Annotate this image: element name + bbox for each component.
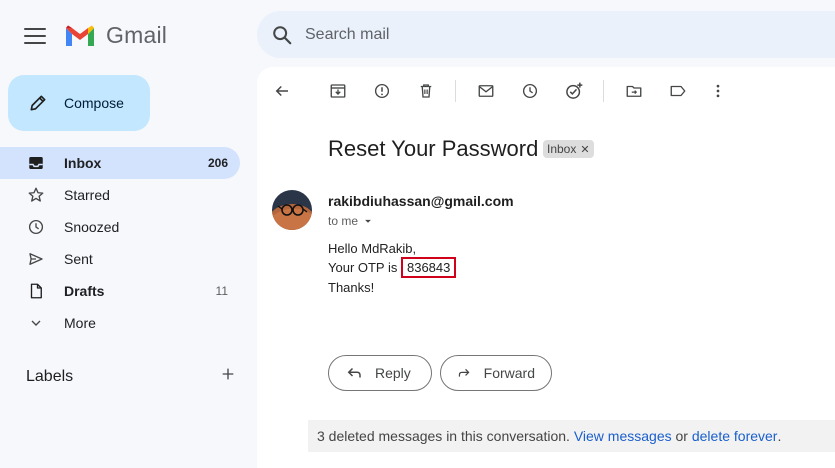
sidebar-item-label: Drafts	[64, 283, 105, 299]
toolbar-divider	[455, 80, 456, 102]
email-subject: Reset Your Password	[328, 136, 539, 161]
main-menu-button[interactable]	[24, 25, 46, 45]
hamburger-icon	[24, 28, 46, 30]
more-vert-icon	[716, 84, 720, 98]
gmail-m-icon	[66, 25, 94, 46]
move-to-button[interactable]	[623, 80, 645, 102]
sidebar-item-label: Snoozed	[64, 219, 120, 235]
sidebar-item-label: Starred	[64, 187, 110, 203]
forward-icon	[458, 368, 470, 377]
trash-icon	[420, 84, 432, 98]
sidebar-item-label: More	[64, 315, 96, 331]
add-label-button[interactable]	[220, 366, 236, 387]
sidebar-item-sent[interactable]: Sent	[0, 243, 240, 275]
envelope-icon	[478, 85, 494, 97]
search-icon[interactable]	[271, 24, 293, 46]
sender-avatar[interactable]	[272, 190, 312, 230]
email-otp-line: Your OTP is 836843	[328, 257, 457, 278]
clock-icon	[26, 217, 46, 237]
pencil-icon	[30, 95, 46, 111]
sender-email[interactable]: rakibdiuhassan@gmail.com	[328, 193, 514, 209]
sidebar-item-drafts[interactable]: Drafts 11	[0, 275, 240, 307]
sidebar-item-snoozed[interactable]: Snoozed	[0, 211, 240, 243]
star-icon	[26, 185, 46, 205]
arrow-left-icon	[275, 85, 288, 97]
inbox-icon	[26, 153, 46, 173]
email-closing: Thanks!	[328, 280, 375, 295]
caret-down-icon	[365, 219, 371, 223]
search-bar[interactable]	[257, 11, 835, 58]
badge-label: Inbox	[547, 142, 577, 156]
email-greeting: Hello MdRakib,	[328, 241, 417, 256]
reply-label: Reply	[375, 365, 411, 381]
app-name: Gmail	[106, 22, 168, 48]
plus-icon	[222, 368, 234, 380]
delete-forever-link[interactable]: delete forever	[692, 428, 778, 444]
archive-button[interactable]	[327, 80, 349, 102]
back-button[interactable]	[271, 80, 293, 102]
recipient-details[interactable]: to me	[328, 214, 375, 228]
more-options-button[interactable]	[707, 80, 729, 102]
avatar-image	[272, 190, 312, 230]
forward-button[interactable]: Forward	[440, 355, 552, 391]
sidebar-item-starred[interactable]: Starred	[0, 179, 240, 211]
otp-code: 836843	[400, 257, 457, 278]
or-text: or	[675, 428, 688, 444]
period-text: .	[777, 428, 782, 444]
reply-icon	[347, 367, 361, 378]
forward-label: Forward	[483, 365, 535, 381]
labels-button[interactable]	[667, 80, 689, 102]
delete-button[interactable]	[415, 80, 437, 102]
clock-icon	[522, 83, 538, 99]
deleted-text: 3 deleted messages in this conversation.	[317, 428, 570, 444]
send-icon	[26, 249, 46, 269]
recipient-label: to me	[328, 214, 359, 228]
deleted-messages-notice: 3 deleted messages in this conversation.…	[308, 420, 835, 452]
folder-move-icon	[626, 85, 642, 97]
compose-label: Compose	[64, 95, 124, 111]
labels-section-header: Labels	[26, 366, 236, 387]
alert-icon	[374, 83, 390, 99]
toolbar-divider	[603, 80, 604, 102]
draft-icon	[26, 281, 46, 301]
chevron-down-icon	[26, 313, 46, 333]
add-to-tasks-button[interactable]	[563, 80, 585, 102]
compose-button[interactable]: Compose	[8, 75, 150, 131]
archive-icon	[330, 84, 346, 98]
gmail-logo[interactable]: Gmail	[64, 22, 167, 49]
sidebar-item-more[interactable]: More	[0, 307, 240, 339]
drafts-count: 11	[215, 284, 228, 298]
inbox-label-badge[interactable]: Inbox ✕	[543, 140, 594, 158]
otp-prefix: Your OTP is	[328, 260, 401, 275]
sidebar-item-inbox[interactable]: Inbox 206	[0, 147, 240, 179]
report-spam-button[interactable]	[371, 80, 393, 102]
remove-label-icon[interactable]: ✕	[580, 143, 589, 156]
inbox-count: 206	[207, 156, 228, 170]
search-input[interactable]	[305, 25, 705, 44]
reply-button[interactable]: Reply	[328, 355, 432, 391]
label-icon	[670, 85, 686, 97]
sidebar-item-label: Inbox	[64, 155, 102, 171]
labels-heading: Labels	[26, 367, 74, 385]
snooze-button[interactable]	[519, 80, 541, 102]
task-add-icon	[566, 82, 583, 99]
sidebar-item-label: Sent	[64, 251, 93, 267]
view-messages-link[interactable]: View messages	[574, 428, 672, 444]
mark-unread-button[interactable]	[475, 80, 497, 102]
